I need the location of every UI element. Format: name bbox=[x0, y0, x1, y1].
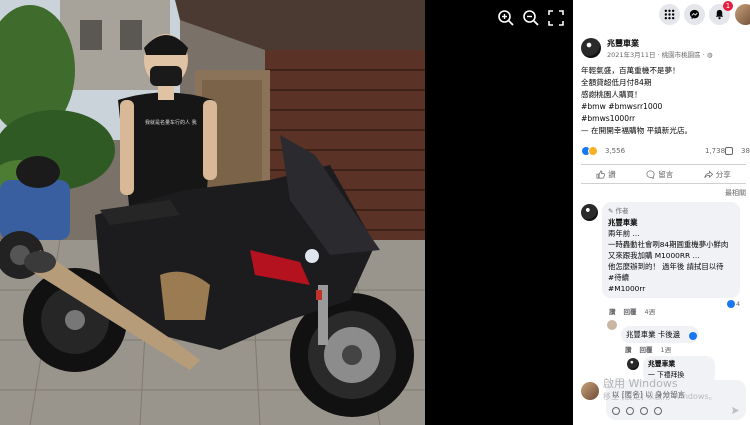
reaction-count[interactable]: 3,556 bbox=[605, 147, 625, 155]
zoom-out-icon[interactable] bbox=[522, 9, 540, 27]
post-photo[interactable]: 我就是名量车行的人 我 bbox=[0, 0, 425, 425]
comment-like-count: 4 bbox=[736, 300, 741, 308]
reply-like-link[interactable]: 讚 bbox=[625, 344, 632, 354]
comment-count[interactable]: 1,738 bbox=[705, 147, 725, 155]
share-count[interactable]: 382 bbox=[741, 147, 750, 155]
messenger-icon[interactable] bbox=[684, 4, 705, 25]
comment-actions: 讚 回覆 4週 bbox=[609, 306, 655, 316]
reply-bubble: 兆豐車業 卡後邊 bbox=[621, 326, 699, 343]
like-label: 讚 bbox=[608, 169, 616, 179]
post-actions: 讚 留言 分享 bbox=[581, 164, 746, 184]
globe-icon: ◍ bbox=[706, 51, 713, 59]
fullscreen-icon[interactable] bbox=[547, 9, 565, 27]
grid-menu-icon[interactable] bbox=[659, 4, 680, 25]
post-date-location: 2021年3月11日 · 桃園市桃園區 · bbox=[607, 51, 705, 59]
page-avatar[interactable] bbox=[581, 38, 601, 58]
hashtag-line[interactable]: #bmw #bmwsrr1000 bbox=[581, 101, 746, 113]
reply-time[interactable]: 1週 bbox=[661, 344, 672, 354]
comment-sort-dropdown[interactable]: 最相關 bbox=[725, 188, 746, 198]
like-reaction-icon bbox=[689, 332, 697, 340]
pen-icon: ✎ bbox=[608, 207, 614, 215]
reply-text: 兆豐車業 卡後邊 bbox=[626, 330, 681, 339]
comment-like-badge[interactable]: 4 bbox=[727, 300, 740, 308]
shirt-print: 我就是名量车行的人 我 bbox=[145, 119, 197, 126]
share-label: 分享 bbox=[715, 169, 731, 179]
post-text: 年輕氣盛，百萬重機不是夢！ 全額貸超低月付84期 感謝桃園人購買！ #bmw #… bbox=[581, 65, 746, 137]
checkin-line[interactable]: — 在開開幸福購物 平鎮新光店。 bbox=[581, 125, 746, 137]
comment-reply-link[interactable]: 回覆 bbox=[624, 306, 637, 316]
profile-avatar[interactable] bbox=[735, 4, 750, 25]
author-badge-label: 作者 bbox=[615, 207, 629, 215]
comment-line: 又來跟我加購 M1000RR ... bbox=[608, 251, 700, 260]
reply-like-badge[interactable] bbox=[689, 332, 697, 340]
post-line: 年輕氣盛，百萬重機不是夢！ bbox=[581, 66, 680, 75]
gif-icon[interactable] bbox=[640, 407, 648, 415]
thumbs-up-icon bbox=[596, 170, 606, 178]
photo-viewer: 我就是名量车行的人 我 bbox=[0, 0, 573, 425]
motorcycle-photo: 我就是名量车行的人 我 bbox=[0, 0, 425, 425]
comment-like-link[interactable]: 讚 bbox=[609, 306, 616, 316]
emoji-icon[interactable] bbox=[612, 407, 620, 415]
comment-author[interactable]: 兆豐車業 bbox=[608, 217, 734, 228]
comment-line: 兩年前 ... bbox=[608, 229, 640, 238]
comment-label: 留言 bbox=[658, 169, 674, 179]
haha-reaction-icon bbox=[588, 146, 598, 156]
zoom-in-icon[interactable] bbox=[497, 9, 515, 27]
comment-bubble: ✎ 作者 兆豐車業 兩年前 ... 一時轟動社會咧84期圓重機夢小鮮肉 又來跟我加… bbox=[602, 202, 740, 298]
post-side-panel: 1 兆豐車業 2021年3月11日 · 桃園市桃園區 · ◍ 年輕氣盛，百萬重機… bbox=[573, 0, 750, 425]
comment-line: 他怎麼辦到的！ 過年後 請拭目以待 bbox=[608, 262, 724, 271]
comment-input[interactable]: 以 [匿名] 以 身分留言 bbox=[606, 380, 746, 420]
author-badge: ✎ 作者 bbox=[608, 206, 734, 217]
comment-placeholder: 以 [匿名] 以 身分留言 bbox=[612, 390, 686, 399]
commenter-avatar[interactable] bbox=[581, 204, 598, 221]
top-bar: 1 bbox=[573, 0, 750, 30]
comment-composer: 以 [匿名] 以 身分留言 bbox=[581, 380, 746, 420]
post-header: 兆豐車業 2021年3月11日 · 桃園市桃園區 · ◍ bbox=[581, 38, 746, 62]
post-line: 感謝桃園人購買！ bbox=[581, 90, 642, 99]
comment-hashtag[interactable]: #M1000rr bbox=[608, 283, 734, 294]
comment-count-icon bbox=[725, 147, 733, 155]
like-button[interactable]: 讚 bbox=[596, 169, 616, 180]
post-line: 全額貸超低月付84期 bbox=[581, 78, 652, 87]
reply-avatar[interactable] bbox=[607, 320, 617, 330]
hashtag-line[interactable]: #bmws1000rr bbox=[581, 113, 746, 125]
like-reaction-icon bbox=[727, 300, 735, 308]
comment-button[interactable]: 留言 bbox=[646, 169, 673, 180]
post-author[interactable]: 兆豐車業 bbox=[607, 38, 639, 49]
composer-tools bbox=[612, 407, 662, 415]
share-icon bbox=[704, 170, 713, 178]
share-button[interactable]: 分享 bbox=[704, 169, 731, 180]
notification-badge: 1 bbox=[723, 1, 733, 11]
comment-line: 一時轟動社會咧84期圓重機夢小鮮肉 bbox=[608, 240, 729, 249]
send-icon[interactable] bbox=[731, 406, 740, 415]
reaction-summary: 3,556 1,738 382 bbox=[581, 146, 750, 158]
my-avatar bbox=[581, 382, 599, 400]
reply-reply-link[interactable]: 回覆 bbox=[640, 344, 653, 354]
comment-time[interactable]: 4週 bbox=[645, 306, 656, 316]
camera-icon[interactable] bbox=[626, 407, 634, 415]
reply-author[interactable]: 兆豐車業 bbox=[648, 359, 710, 370]
comment-hashtag[interactable]: #待續 bbox=[608, 272, 734, 283]
sticker-icon[interactable] bbox=[654, 407, 662, 415]
reply-actions: 讚 回覆 1週 bbox=[625, 344, 671, 354]
reply-avatar[interactable] bbox=[627, 358, 639, 370]
post-meta: 2021年3月11日 · 桃園市桃園區 · ◍ bbox=[607, 49, 713, 59]
comment-icon bbox=[646, 170, 655, 179]
bell-icon[interactable]: 1 bbox=[709, 1, 733, 25]
